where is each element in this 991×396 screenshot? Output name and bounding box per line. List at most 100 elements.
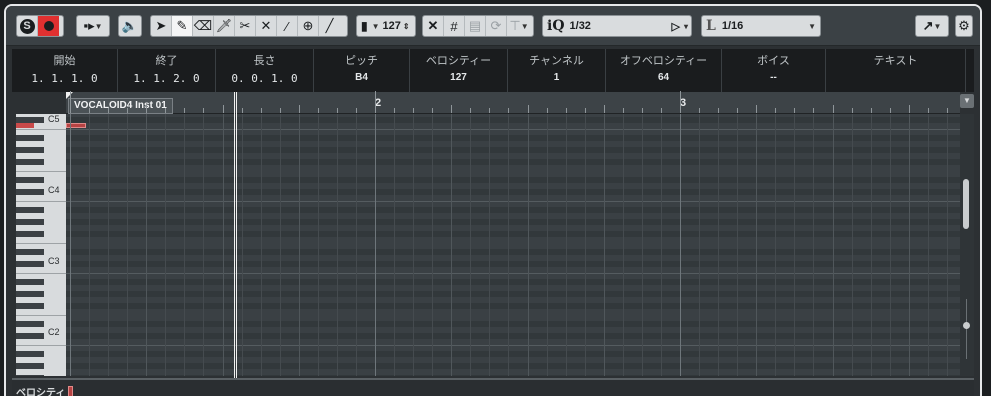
glue-tool[interactable]: ⁄ [277,16,298,36]
grid-line [737,114,738,376]
ruler-tick [127,108,128,113]
length-quantize-dropdown[interactable]: L 1/16 ▼ [701,15,821,37]
grid-line [413,114,414,376]
info-channel[interactable]: チャンネル 1 [508,49,606,92]
black-key[interactable] [16,333,44,339]
info-header: 開始 [53,55,76,67]
split-tool[interactable]: ✂ [235,16,256,36]
black-key[interactable] [16,207,44,213]
black-key[interactable] [16,189,44,195]
black-key[interactable] [16,375,44,376]
black-key[interactable] [16,321,44,327]
black-key[interactable] [16,303,44,309]
info-length[interactable]: 長さ 0. 0. 1. 0 [216,49,314,92]
speaker-icon: 🔈 [121,18,139,33]
info-header: 長さ [253,55,276,67]
info-voice[interactable]: ボイス -- [722,49,826,92]
black-key[interactable] [16,291,44,297]
object-selection-tool[interactable]: ➤ [151,16,172,36]
vertical-scrollbar[interactable] [960,114,974,376]
erase-tool[interactable]: ⌫ [193,16,214,36]
piano-keyboard[interactable]: C5 C4 C3 C2 [16,114,66,376]
info-value: B4 [355,72,368,83]
ruler-tick [242,108,243,113]
black-key[interactable] [16,351,44,357]
record-button[interactable] [38,16,59,36]
note-grid[interactable] [66,114,960,376]
quantize-preset-dropdown[interactable]: iQ 1/32 ▷ ▾ [542,15,692,37]
open-window-menu-button[interactable]: ↗ ▼ [915,15,949,37]
info-text[interactable]: テキスト [826,49,966,92]
line-tool[interactable]: ╱ [319,16,340,36]
note-label-c5: C5 [48,114,60,124]
info-off-velocity[interactable]: オフベロシティー 64 [606,49,722,92]
ruler[interactable]: VOCALOID4 Inst 01 2 3 [66,91,960,114]
solo-button[interactable]: S [17,16,38,36]
black-key[interactable] [16,363,44,369]
zoom-slider-track[interactable] [966,299,967,359]
grid-line [108,114,109,376]
velocity-lane[interactable]: ベロシティ [12,378,974,396]
grid-line [813,114,814,376]
black-key[interactable] [16,249,44,255]
length-icon: L [706,18,716,34]
octave-line [66,345,960,346]
ruler-tick [356,108,357,113]
insert-velocity-menu-button[interactable]: ▪▸ ▼ [76,15,110,37]
acoustic-feedback-button[interactable]: 🔈 [118,15,142,37]
grid-line [718,114,719,376]
grid-line [223,114,224,376]
grid-type-button[interactable]: # [444,16,465,36]
grid-row-dark [66,333,960,339]
step-input-button[interactable]: ⊤ ▼ [507,16,531,36]
zoom-tool[interactable]: ⊕ [298,16,319,36]
black-key[interactable] [16,279,44,285]
cycle-icon: ⟳ [490,18,502,33]
black-key[interactable] [16,219,44,225]
info-value: 1. 1. 1. 0 [31,72,98,85]
grid-row-dark [66,231,960,237]
snap-toggle-button[interactable]: ✕ [423,16,444,36]
ruler-menu-button[interactable]: ▼ [960,94,974,108]
ruler-tick [661,108,662,113]
eraser-icon: ⌫ [193,18,213,33]
velocity-note-icon: ▮ [361,19,368,33]
info-start[interactable]: 開始 1. 1. 1. 0 [12,49,118,92]
trim-tool[interactable]: 🗡 [214,16,235,36]
grid-row-dark [66,351,960,357]
black-key[interactable] [16,177,44,183]
grid-relative-button[interactable]: ▤ [465,16,486,36]
black-key[interactable] [16,135,44,141]
cycle-button[interactable]: ⟳ [486,16,507,36]
vertical-scroll-thumb[interactable] [963,179,969,229]
mute-tool[interactable]: ✕ [256,16,277,36]
grid-line [299,114,300,376]
black-key[interactable] [16,231,44,237]
insert-velocity-field[interactable]: ▮ ▼ 127 ⇕ [356,15,416,37]
settings-button[interactable]: ⚙ [955,15,973,37]
snap-icon: ✕ [427,18,439,33]
info-value: 0. 0. 1. 0 [231,72,298,85]
glue-tube-icon: ⁄ [285,18,289,34]
black-key[interactable] [16,147,44,153]
grid-line [146,114,147,376]
grid-line [642,114,643,376]
white-key-divider [16,273,66,274]
draw-tool[interactable]: ✎ [172,16,193,36]
ruler-tick [375,91,376,113]
grid-row-dark [66,261,960,267]
playhead-cursor[interactable] [234,92,237,382]
zoom-slider-knob[interactable] [963,322,970,329]
midi-note[interactable] [66,123,86,128]
grid-line [604,114,605,376]
black-key[interactable] [16,261,44,267]
info-pitch[interactable]: ピッチ B4 [314,49,410,92]
grid-line [833,114,834,376]
grid-line [203,114,204,376]
solo-record-group: S [16,15,64,37]
info-end[interactable]: 終了 1. 1. 2. 0 [118,49,216,92]
info-velocity[interactable]: ベロシティー 127 [410,49,508,92]
event-name-label: VOCALOID4 Inst 01 [68,98,173,114]
velocity-bar[interactable] [68,386,73,396]
black-key[interactable] [16,159,44,165]
